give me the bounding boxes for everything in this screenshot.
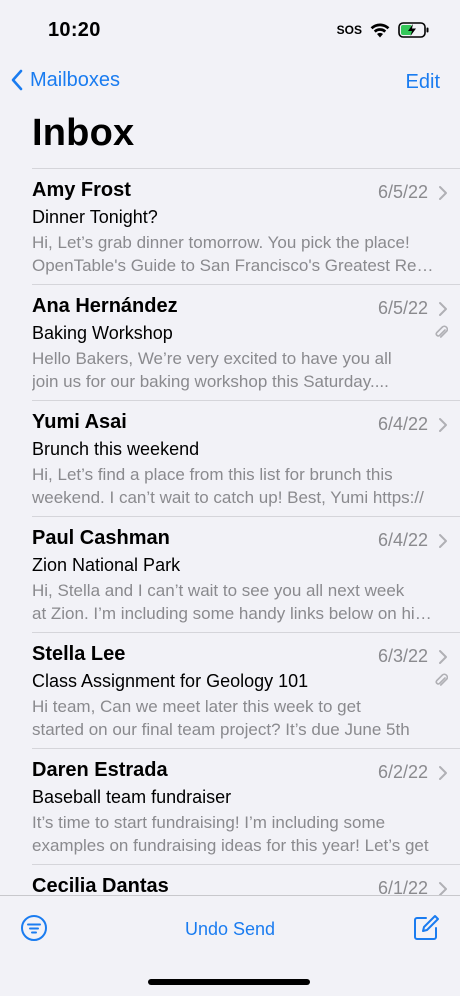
message-row[interactable]: Amy Frost 6/5/22 Dinner Tonight? Hi, Let’s … (32, 168, 460, 284)
attachment-icon (435, 673, 448, 686)
attachment-icon (435, 325, 448, 338)
message-subject: Zion National Park (32, 555, 181, 575)
message-sender: Amy Frost (32, 179, 131, 201)
status-indicators: SOS (337, 22, 430, 38)
message-subject: Class Assignment for Geology 101 (32, 671, 309, 691)
home-indicator (148, 979, 310, 985)
message-date: 6/5/22 (377, 298, 428, 318)
preview-line-1: Hi team, Can we meet later this week to … (32, 697, 361, 716)
chevron-right-icon (439, 186, 447, 200)
back-button[interactable]: Mailboxes (10, 68, 120, 92)
preview-line-2: examples on fundraising ideas for this y… (32, 836, 429, 855)
message-sender: Paul Cashman (32, 527, 170, 549)
message-date: 6/4/22 (377, 530, 428, 550)
message-subject: Baseball team fundraiser (32, 787, 232, 807)
message-list: Amy Frost 6/5/22 Dinner Tonight? Hi, Let’s … (0, 168, 460, 980)
message-sender: Ana Hernández (32, 295, 178, 317)
message-date: 6/5/22 (377, 182, 428, 202)
message-preview: Hi, Let’s find a place from this list fo… (32, 463, 438, 509)
message-row[interactable]: Stella Lee 6/3/22 Class Assignment for Geo… (32, 632, 460, 748)
preview-line-2: weekend. I can’t wait to catch up! Best,… (32, 488, 424, 507)
preview-line-2: at Zion. I’m including some handy links … (32, 604, 438, 623)
chevron-left-icon (11, 69, 23, 91)
preview-line-2: OpenTable's Guide to San Francisco's Gre… (32, 256, 438, 275)
status-bar: 10:20 SOS (0, 0, 460, 62)
sos-label: SOS (336, 23, 362, 37)
wifi-icon (370, 22, 390, 38)
message-preview: Hi team, Can we meet later this week to … (32, 695, 438, 741)
status-time: 10:20 (48, 19, 101, 41)
message-preview: Hello Bakers, We’re very excited to have… (32, 347, 438, 393)
chevron-right-icon (439, 766, 447, 780)
message-preview: It’s time to start fundraising! I’m incl… (32, 811, 438, 857)
back-label: Mailboxes (30, 68, 121, 91)
preview-line-2: join us for our baking workshop this Sat… (32, 372, 389, 391)
compose-icon (414, 915, 439, 940)
message-row[interactable]: Ana Hernández 6/5/22 Baking Workshop Hello … (32, 284, 460, 400)
edit-button[interactable]: Edit (406, 71, 440, 94)
message-subject: Dinner Tonight? (32, 207, 158, 227)
preview-line-1: Hi, Stella and I can’t wait to see you a… (32, 581, 405, 600)
battery-charging-icon (398, 22, 430, 38)
preview-line-2: started on our final team project? It’s … (32, 720, 410, 739)
undo-send-button[interactable]: Undo Send (0, 919, 460, 940)
message-date: 6/3/22 (377, 646, 428, 666)
message-row[interactable]: Paul Cashman 6/4/22 Zion National Park Hi, … (32, 516, 460, 632)
message-date: 6/2/22 (377, 762, 428, 782)
chevron-right-icon (439, 418, 447, 432)
message-date: 6/4/22 (377, 414, 428, 434)
message-subject: Brunch this weekend (32, 439, 200, 459)
message-row[interactable]: Daren Estrada 6/2/22 Baseball team fundrai… (32, 748, 460, 864)
page-title: Inbox (32, 112, 135, 154)
message-sender: Daren Estrada (32, 759, 168, 781)
chevron-right-icon (439, 534, 447, 548)
message-preview: Hi, Stella and I can’t wait to see you a… (32, 579, 438, 625)
message-preview: Hi, Let’s grab dinner tomorrow. You pick… (32, 231, 438, 277)
chevron-right-icon (439, 650, 447, 664)
compose-button[interactable] (412, 914, 440, 947)
preview-line-1: Hi, Let’s grab dinner tomorrow. You pick… (32, 233, 410, 252)
message-subject: Baking Workshop (32, 323, 173, 343)
navigation-bar: Mailboxes Edit (0, 62, 460, 106)
preview-line-1: It’s time to start fundraising! I’m incl… (32, 813, 386, 832)
message-sender: Stella Lee (32, 643, 126, 665)
preview-line-1: Hi, Let’s find a place from this list fo… (32, 465, 393, 484)
preview-line-1: Hello Bakers, We’re very excited to have… (32, 349, 392, 368)
message-row[interactable]: Yumi Asai 6/4/22 Brunch this weekend Hi, Le… (32, 400, 460, 516)
message-sender: Yumi Asai (32, 411, 127, 433)
chevron-right-icon (439, 302, 447, 316)
